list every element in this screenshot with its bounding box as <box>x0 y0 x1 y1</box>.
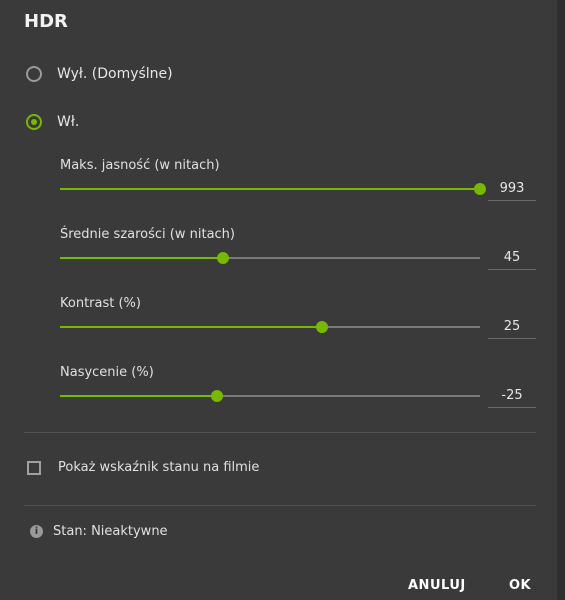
checkbox-icon[interactable] <box>27 460 41 475</box>
scrollbar[interactable] <box>557 0 565 600</box>
status-text: Stan: Nieaktywne <box>53 524 168 539</box>
status-row: i Stan: Nieaktywne <box>30 524 168 539</box>
slider-label: Średnie szarości (w nitach) <box>60 227 235 242</box>
slider-label: Nasycenie (%) <box>60 365 154 380</box>
divider <box>24 505 536 506</box>
checkbox-label: Pokaż wskaźnik stanu na filmie <box>58 460 260 475</box>
hdr-dialog: HDR Wył. (Domyślne) Wł. Maks. jasność (w… <box>0 0 557 600</box>
slider-contrast: Kontrast (%) 25 <box>60 296 536 339</box>
slider-fill <box>60 395 218 397</box>
slider-label: Maks. jasność (w nitach) <box>60 158 220 173</box>
ok-button[interactable]: OK <box>509 578 531 593</box>
radio-on-label: Wł. <box>57 114 80 130</box>
slider-track[interactable] <box>60 252 480 264</box>
slider-value-field[interactable]: -25 <box>488 384 536 408</box>
radio-option-on[interactable]: Wł. <box>26 114 79 130</box>
slider-thumb[interactable] <box>474 183 486 195</box>
slider-max-brightness: Maks. jasność (w nitach) 993 <box>60 158 536 201</box>
radio-option-off[interactable]: Wył. (Domyślne) <box>26 66 173 82</box>
radio-off-label: Wył. (Domyślne) <box>57 66 173 82</box>
slider-fill <box>60 326 323 328</box>
slider-mid-gray: Średnie szarości (w nitach) 45 <box>60 227 536 270</box>
slider-saturation: Nasycenie (%) -25 <box>60 365 536 408</box>
slider-thumb[interactable] <box>216 252 229 264</box>
slider-track[interactable] <box>60 183 486 195</box>
slider-fill <box>60 188 480 190</box>
slider-thumb[interactable] <box>211 390 224 402</box>
slider-value-field[interactable]: 25 <box>488 315 536 339</box>
slider-label: Kontrast (%) <box>60 296 141 311</box>
show-status-checkbox-row[interactable]: Pokaż wskaźnik stanu na filmie <box>27 460 259 475</box>
slider-track[interactable] <box>60 390 480 402</box>
slider-fill <box>60 257 223 259</box>
info-icon: i <box>30 525 43 538</box>
radio-off-icon[interactable] <box>26 66 42 82</box>
cancel-button[interactable]: ANULUJ <box>408 578 466 593</box>
slider-thumb[interactable] <box>316 321 329 333</box>
radio-on-icon[interactable] <box>26 114 42 130</box>
slider-track[interactable] <box>60 321 480 333</box>
divider <box>24 432 536 433</box>
slider-value-field[interactable]: 993 <box>488 177 536 201</box>
slider-value-field[interactable]: 45 <box>488 246 536 270</box>
dialog-title: HDR <box>24 11 68 32</box>
